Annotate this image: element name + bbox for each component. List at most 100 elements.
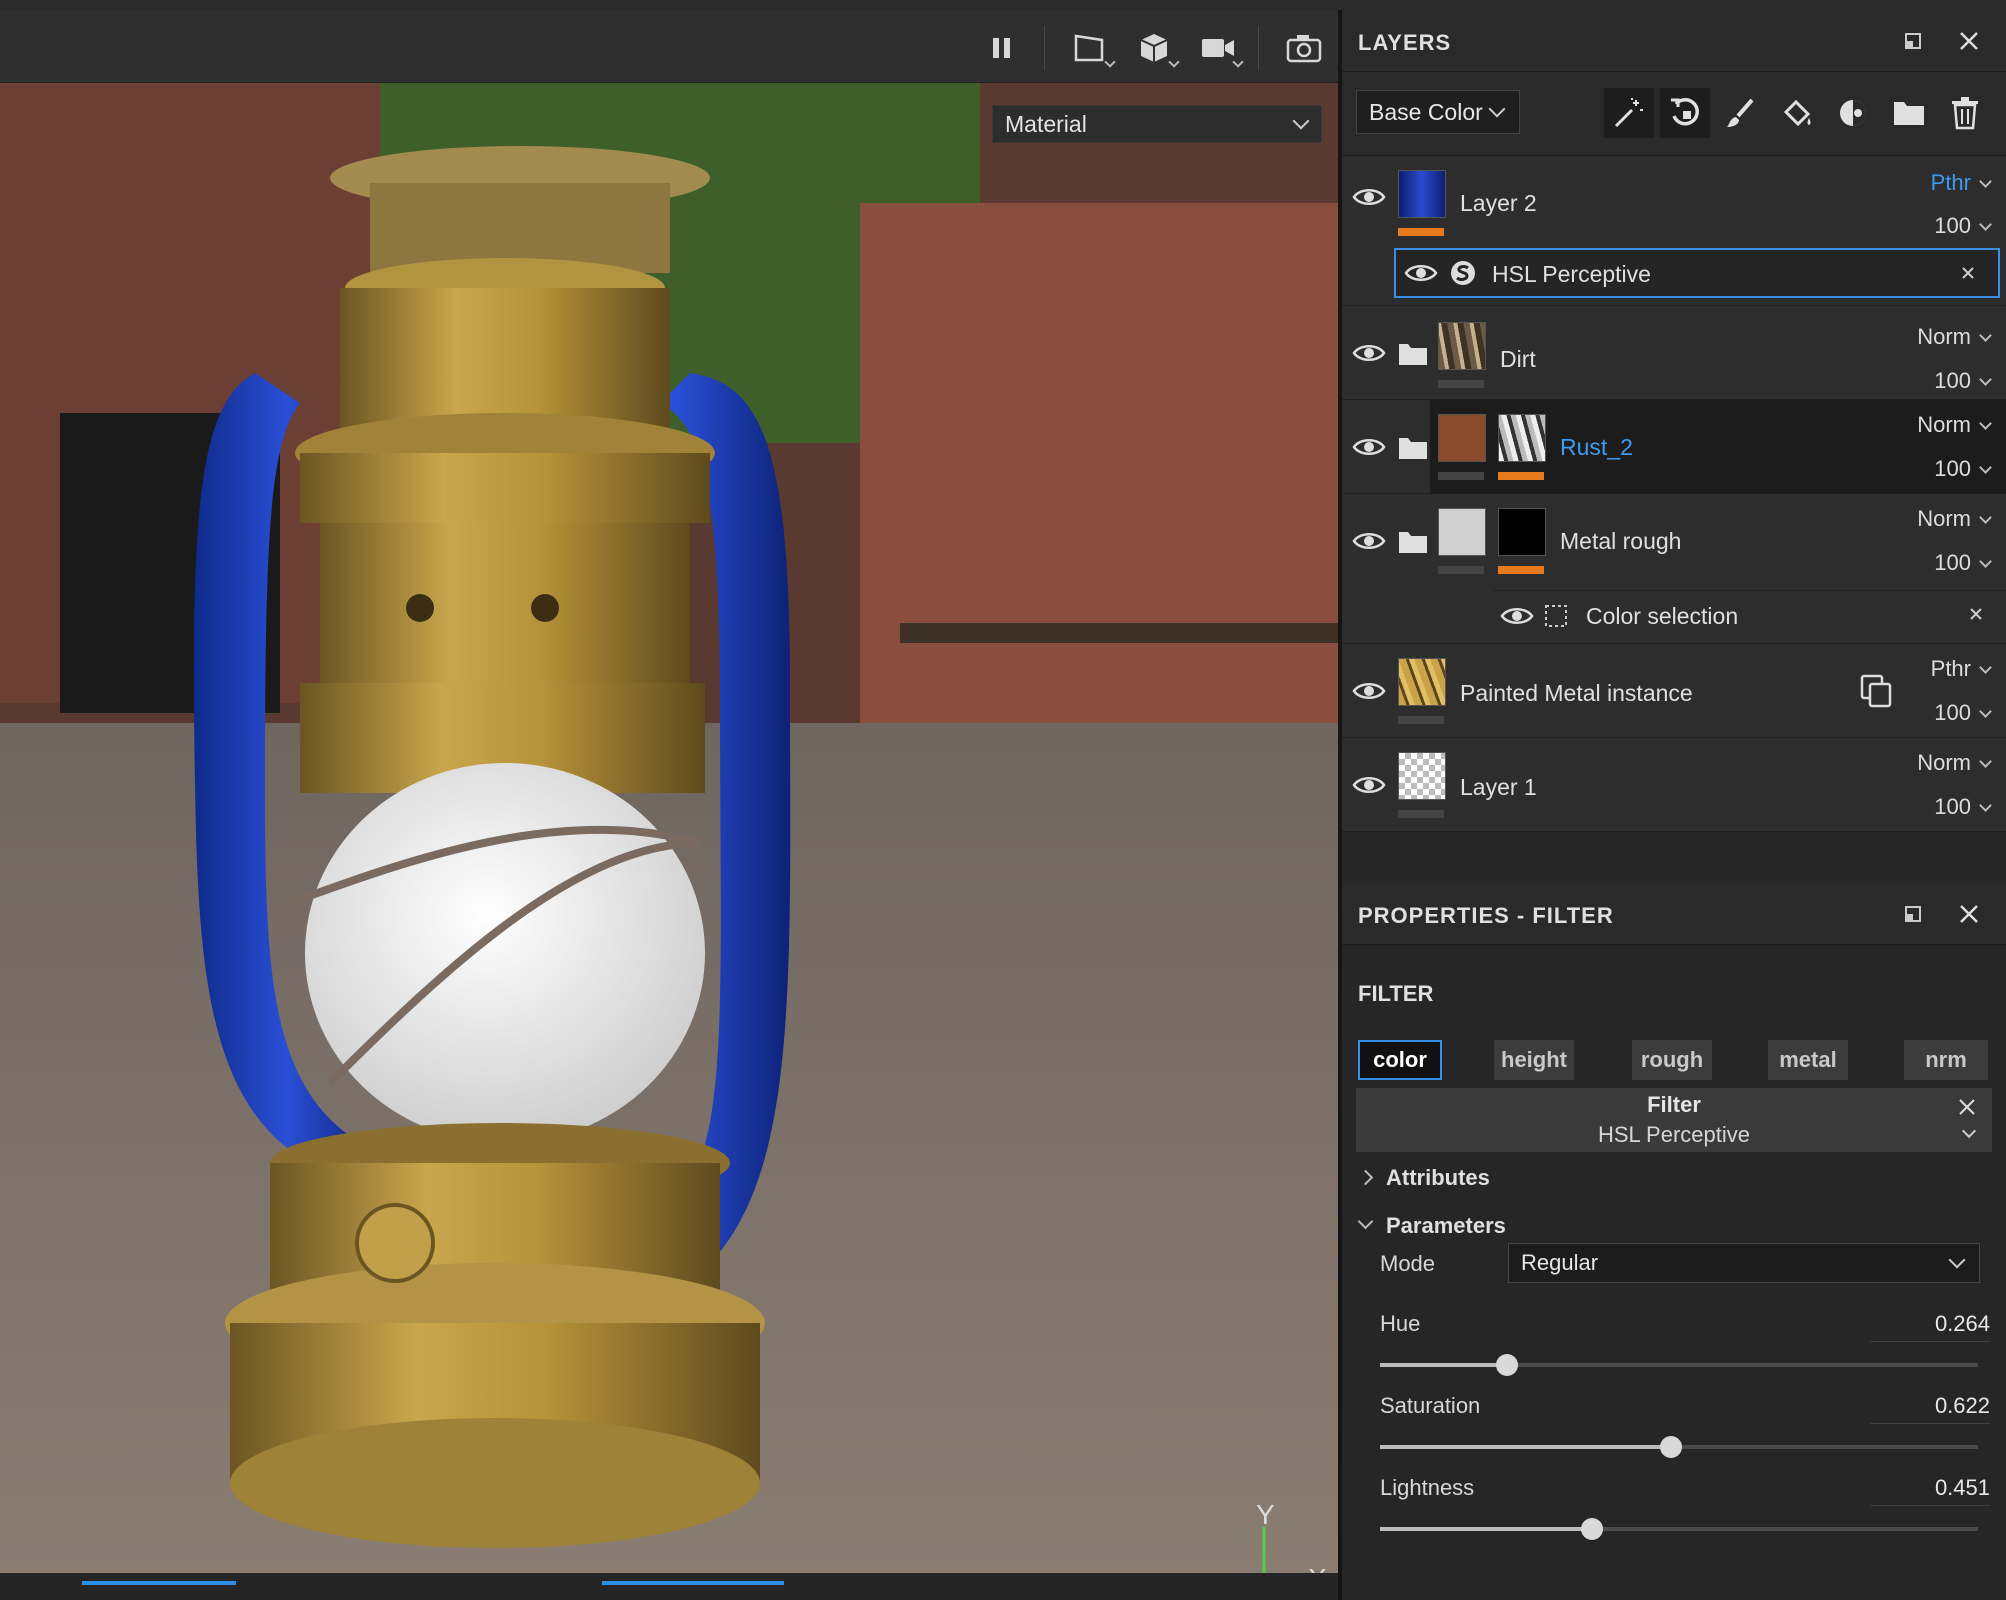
axis-label-y: Y <box>1256 1499 1275 1530</box>
blend-mode-value: Pthr <box>1930 656 1971 681</box>
undock-icon[interactable] <box>1900 901 1926 927</box>
viewport[interactable]: Material Y X Z <box>0 10 1338 1600</box>
layer-thumbnail[interactable] <box>1398 170 1446 218</box>
toolbar-separator <box>1044 26 1045 70</box>
remove-effect-icon[interactable] <box>1958 263 1978 283</box>
mask-thumbnail[interactable] <box>1498 508 1546 556</box>
layer-mask-indicator <box>1498 472 1544 480</box>
layer-row-painted-metal-instance[interactable]: Painted Metal instance Pthr 100 <box>1342 644 2006 738</box>
material-select[interactable]: Material <box>992 105 1322 143</box>
eye-icon[interactable] <box>1352 436 1386 458</box>
3d-scene[interactable]: Material Y X Z <box>0 83 1338 1573</box>
parameters-section-toggle[interactable]: Parameters <box>1386 1213 1506 1239</box>
slider-handle[interactable] <box>1660 1436 1683 1458</box>
layer-mask-indicator <box>1498 566 1544 574</box>
close-icon[interactable] <box>1956 28 1982 54</box>
opacity-select[interactable]: 100 <box>1934 213 1992 239</box>
hue-slider[interactable] <box>1380 1354 1978 1376</box>
blend-mode-select[interactable]: Norm <box>1917 506 1992 532</box>
blend-mode-select[interactable]: Pthr <box>1930 656 1992 682</box>
blend-mode-select[interactable]: Norm <box>1917 412 1992 438</box>
chevron-down-icon[interactable] <box>1357 1213 1374 1230</box>
layer-name: Rust_2 <box>1560 434 1633 460</box>
add-effect-button[interactable] <box>1604 88 1654 138</box>
layer-thumbnail[interactable] <box>1438 508 1486 556</box>
remove-effect-icon[interactable] <box>1966 604 1986 624</box>
saturation-slider[interactable] <box>1380 1436 1978 1458</box>
layer-row-metal-rough[interactable]: Metal rough Norm 100 Color selection <box>1342 494 2006 644</box>
opacity-select[interactable]: 100 <box>1934 700 1992 726</box>
add-mask-button[interactable] <box>1828 88 1878 138</box>
delete-layer-button[interactable] <box>1940 88 1990 138</box>
add-fill-layer-button[interactable] <box>1772 88 1822 138</box>
eye-icon[interactable] <box>1352 680 1386 702</box>
hue-value[interactable]: 0.264 <box>1870 1311 1990 1342</box>
slider-handle[interactable] <box>1581 1518 1604 1540</box>
slider-handle[interactable] <box>1495 1354 1518 1376</box>
effect-row-hsl[interactable]: HSL Perceptive <box>1394 248 2000 298</box>
magic-wand-icon <box>1614 98 1643 128</box>
clear-filter-icon[interactable] <box>1956 1096 1978 1118</box>
tab-metal[interactable]: metal <box>1768 1040 1848 1080</box>
eye-icon[interactable] <box>1352 342 1386 364</box>
attributes-section-toggle[interactable]: Attributes <box>1386 1165 1490 1191</box>
properties-header: PROPERTIES - FILTER <box>1342 883 2006 945</box>
tab-nrm[interactable]: nrm <box>1904 1040 1988 1080</box>
eye-icon[interactable] <box>1500 605 1534 627</box>
channel-select[interactable]: Base Color <box>1356 90 1520 134</box>
video-camera-icon <box>1202 39 1234 57</box>
eye-icon[interactable] <box>1404 262 1438 284</box>
lightness-slider[interactable] <box>1380 1518 1978 1540</box>
layer-thumbnail[interactable] <box>1398 658 1446 706</box>
geometry-button[interactable] <box>1134 28 1180 68</box>
mask-thumbnail[interactable] <box>1498 414 1546 462</box>
layer-thumbnail[interactable] <box>1438 414 1486 462</box>
opacity-select[interactable]: 100 <box>1934 456 1992 482</box>
pause-button[interactable] <box>982 28 1022 68</box>
add-paint-layer-button[interactable] <box>1716 88 1766 138</box>
tab-height[interactable]: height <box>1494 1040 1574 1080</box>
undock-icon[interactable] <box>1900 28 1926 54</box>
opacity-select[interactable]: 100 <box>1934 550 1992 576</box>
viewport-tab-indicator[interactable] <box>602 1581 784 1585</box>
opacity-select[interactable]: 100 <box>1934 794 1992 820</box>
filter-resource-select[interactable]: Filter HSL Perceptive <box>1356 1088 1992 1152</box>
display-mode-button[interactable] <box>1070 28 1116 68</box>
saturation-value[interactable]: 0.622 <box>1870 1393 1990 1424</box>
tab-color[interactable]: color <box>1358 1040 1442 1080</box>
add-smart-material-button[interactable] <box>1660 88 1710 138</box>
instance-icon[interactable] <box>1860 674 1892 708</box>
substance-filter-icon <box>1451 261 1475 285</box>
eye-icon[interactable] <box>1352 774 1386 796</box>
viewport-tab-indicator[interactable] <box>82 1581 236 1585</box>
tab-rough[interactable]: rough <box>1632 1040 1712 1080</box>
folder-icon[interactable] <box>1398 436 1428 460</box>
layer-mask-indicator <box>1398 810 1444 818</box>
folder-icon[interactable] <box>1398 342 1428 366</box>
lightness-value[interactable]: 0.451 <box>1870 1475 1990 1506</box>
layer-row-layer-2[interactable]: Layer 2 Pthr 100 HSL Perceptive <box>1342 156 2006 306</box>
mode-select[interactable]: Regular <box>1508 1243 1980 1283</box>
layer-thumbnail[interactable] <box>1398 752 1446 800</box>
layer-row-layer-1[interactable]: Layer 1 Norm 100 <box>1342 738 2006 832</box>
slider-fill <box>1380 1527 1593 1531</box>
layer-row-dirt[interactable]: Dirt Norm 100 <box>1342 306 2006 400</box>
blend-mode-select[interactable]: Norm <box>1917 750 1992 776</box>
screenshot-button[interactable] <box>1284 28 1324 68</box>
lightness-label: Lightness <box>1380 1475 1475 1500</box>
opacity-select[interactable]: 100 <box>1934 368 1992 394</box>
effect-row-color-selection[interactable]: Color selection <box>1494 590 2006 640</box>
eye-icon[interactable] <box>1352 530 1386 552</box>
blend-mode-select[interactable]: Pthr <box>1931 170 1992 196</box>
close-icon[interactable] <box>1956 901 1982 927</box>
add-folder-button[interactable] <box>1884 88 1934 138</box>
layer-mask-indicator <box>1438 380 1484 388</box>
eye-icon[interactable] <box>1352 186 1386 208</box>
layer-material-indicator <box>1438 472 1484 480</box>
blend-mode-select[interactable]: Norm <box>1917 324 1992 350</box>
camera-button[interactable] <box>1198 28 1244 68</box>
chevron-right-icon[interactable] <box>1357 1169 1374 1186</box>
layer-row-rust-2[interactable]: Rust_2 Norm 100 <box>1342 400 2006 494</box>
layer-thumbnail[interactable] <box>1438 322 1486 370</box>
folder-icon[interactable] <box>1398 530 1428 554</box>
